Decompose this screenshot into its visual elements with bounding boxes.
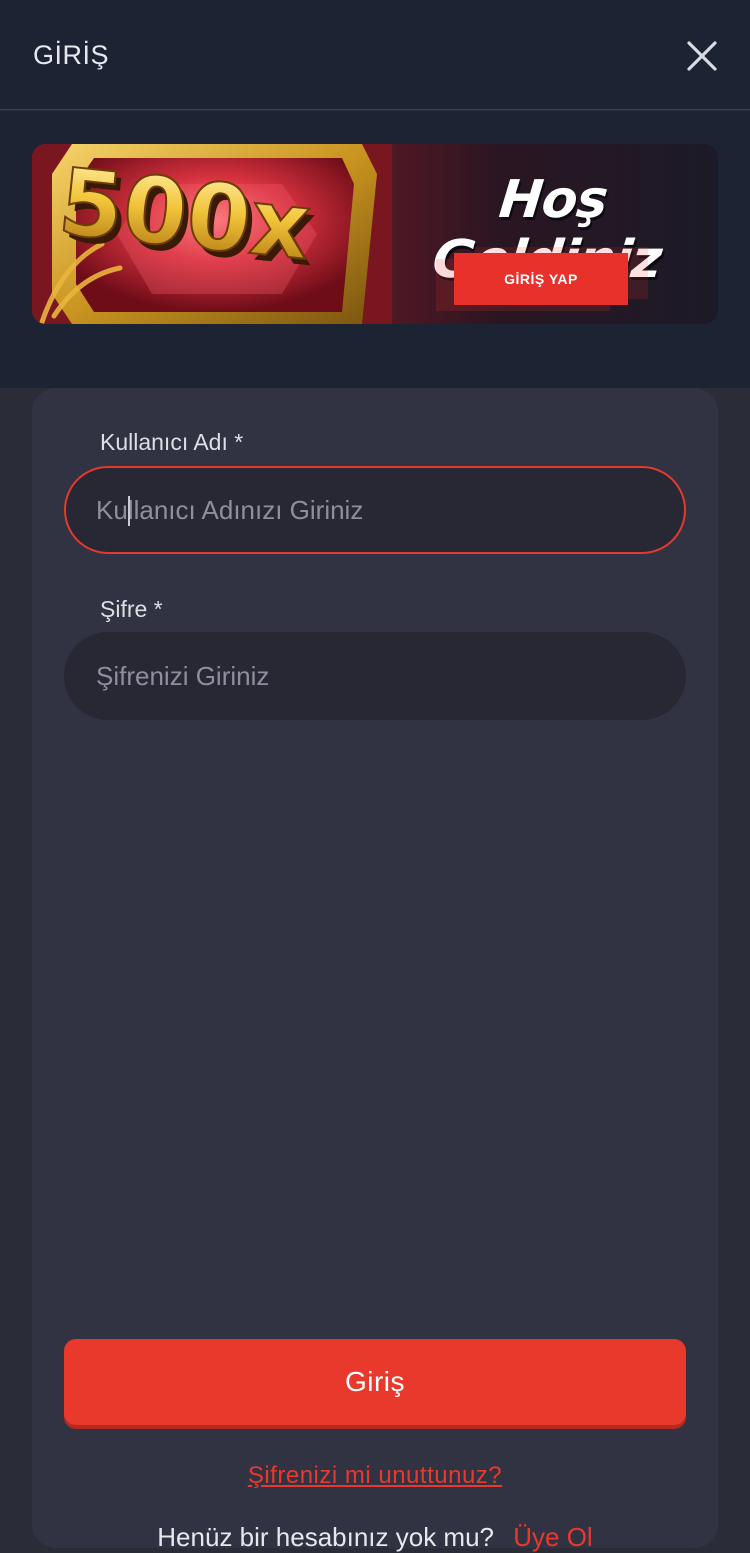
text-caret	[128, 496, 130, 526]
page-title: GİRİŞ	[33, 40, 110, 70]
username-input[interactable]	[96, 494, 684, 526]
register-prompt-text: Henüz bir hesabınız yok mu?	[157, 1522, 495, 1552]
banner-login-button[interactable]: GİRİŞ YAP	[454, 253, 628, 305]
password-input[interactable]	[96, 660, 686, 692]
login-submit-button[interactable]: Giriş	[64, 1339, 686, 1425]
password-label: Şifre *	[100, 596, 163, 622]
banner-section: 500x 500x Hoş Geldiniz GİRİŞ YAP	[0, 111, 750, 388]
close-button[interactable]	[680, 34, 724, 78]
login-form: Kullanıcı Adı * Şifre * Giriş Şifrenizi …	[32, 388, 718, 1552]
register-prompt-row: Henüz bir hesabınız yok mu? Üye Ol	[32, 1522, 718, 1553]
register-link[interactable]: Üye Ol	[513, 1522, 592, 1552]
username-label: Kullanıcı Adı *	[100, 429, 244, 455]
password-field[interactable]	[64, 632, 686, 720]
username-field[interactable]	[64, 466, 686, 554]
page-header: GİRİŞ	[0, 0, 750, 110]
close-icon	[687, 41, 717, 71]
promo-banner[interactable]: 500x 500x Hoş Geldiniz GİRİŞ YAP	[32, 144, 718, 324]
forgot-password-link[interactable]: Şifrenizi mi unuttunuz?	[32, 1462, 718, 1490]
banner-artwork: 500x 500x	[32, 144, 392, 324]
